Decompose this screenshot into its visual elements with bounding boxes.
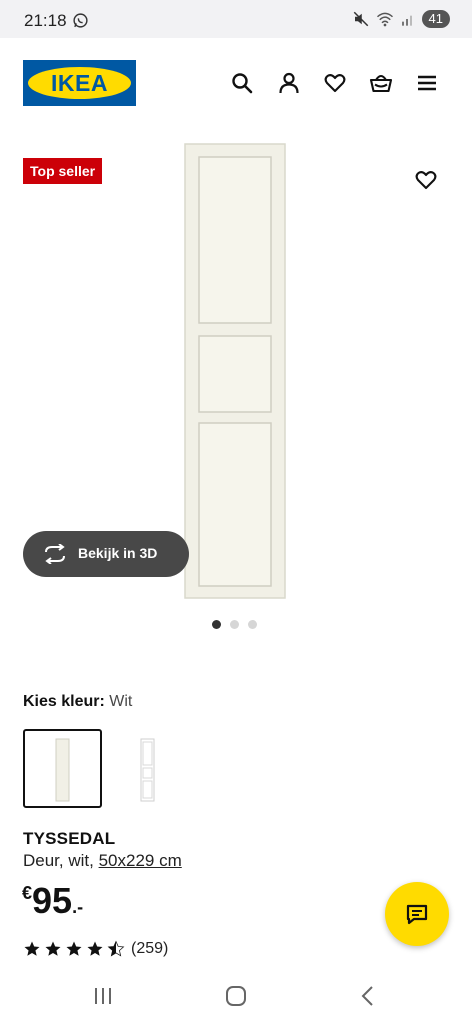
color-choice-value: Wit [109, 693, 133, 710]
product-name: TYSSEDAL [23, 829, 116, 848]
color-swatch-alt[interactable] [108, 729, 187, 808]
wifi-icon [376, 12, 393, 27]
star-full-icon [24, 941, 40, 956]
rotate-3d-icon [45, 544, 65, 564]
swatch-door-thumbnail [140, 738, 155, 802]
signal-icon [401, 15, 412, 26]
search-icon[interactable] [230, 71, 254, 95]
carousel-dot[interactable] [248, 620, 257, 629]
view-3d-button[interactable]: Bekijk in 3D [23, 531, 189, 577]
back-icon[interactable] [355, 984, 381, 1008]
carousel-dot[interactable] [230, 620, 239, 629]
wishlist-icon[interactable] [323, 71, 347, 95]
chat-icon [406, 904, 428, 925]
review-count[interactable]: (259) [131, 940, 168, 958]
carousel-dot[interactable] [212, 620, 221, 629]
status-time: 21:18 [24, 11, 67, 30]
product-description: Deur, wit, 50x229 cm [23, 851, 182, 871]
price-integer: 95 [32, 880, 73, 921]
star-full-icon [87, 941, 103, 956]
home-icon[interactable] [223, 984, 249, 1008]
favorite-icon[interactable] [414, 168, 438, 192]
product-type: Deur, wit, [23, 851, 94, 870]
status-bar: 21:18 41 [0, 0, 472, 38]
ikea-logo[interactable]: IKEA [23, 60, 136, 106]
recent-apps-icon[interactable] [90, 984, 116, 1008]
account-icon[interactable] [277, 71, 301, 95]
color-choice-label: Kies kleur: Wit [23, 693, 132, 711]
top-seller-badge: Top seller [23, 158, 103, 184]
star-full-icon [45, 941, 61, 956]
status-icons: 41 [352, 10, 450, 28]
color-choice-title: Kies kleur: [23, 693, 105, 710]
whatsapp-icon [73, 13, 88, 28]
swatch-door-thumbnail [55, 738, 70, 802]
image-carousel-dots [212, 620, 257, 629]
star-full-icon [66, 941, 82, 956]
price-currency: € [22, 883, 33, 903]
menu-icon[interactable] [415, 71, 439, 95]
product-price: €95.- [22, 880, 83, 922]
rating-stars[interactable] [23, 940, 125, 958]
view-3d-label: Bekijk in 3D [78, 545, 158, 561]
mute-icon [353, 11, 368, 27]
star-half-icon [107, 940, 125, 957]
color-swatch-wit[interactable] [23, 729, 102, 808]
price-decimal: .- [72, 897, 84, 917]
logo-text: IKEA [51, 70, 108, 96]
product-size-link[interactable]: 50x229 cm [99, 851, 182, 870]
system-nav-bar [0, 968, 472, 1024]
chat-button[interactable] [385, 882, 449, 946]
battery-indicator: 41 [421, 10, 450, 28]
basket-icon[interactable] [369, 71, 393, 95]
product-image[interactable] [184, 143, 286, 599]
